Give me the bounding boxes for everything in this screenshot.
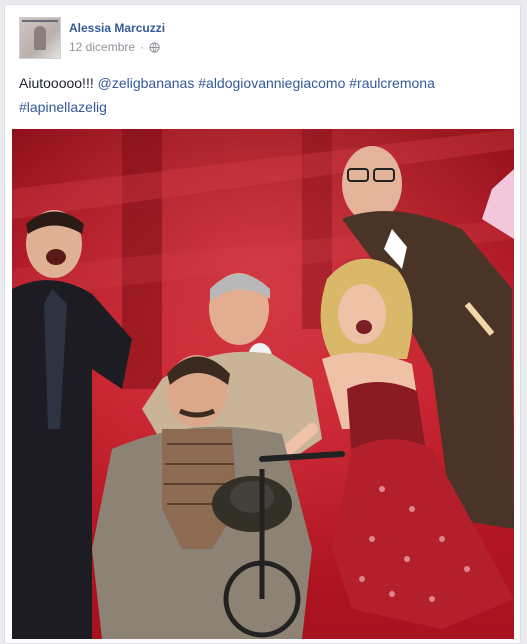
avatar[interactable] <box>19 17 61 59</box>
post-text-plain: Aiutooooo!!! <box>19 75 98 91</box>
hashtag-link[interactable]: #aldogiovanniegiacomo <box>198 75 345 91</box>
author-name[interactable]: Alessia Marcuzzi <box>69 21 165 35</box>
post-text: Aiutooooo!!! @zeligbananas #aldogiovanni… <box>19 71 499 119</box>
post-date[interactable]: 12 dicembre <box>69 40 135 54</box>
post-meta: 12 dicembre · <box>69 40 160 54</box>
post-dot: · <box>140 40 145 54</box>
hashtag-link[interactable]: #lapinellazelig <box>19 99 107 115</box>
mention-link[interactable]: @zeligbananas <box>98 75 195 91</box>
globe-icon[interactable] <box>149 41 160 53</box>
avatar-figure <box>34 26 46 50</box>
post-card: Alessia Marcuzzi 12 dicembre · Aiutooooo… <box>4 4 521 644</box>
photo-illustration <box>12 129 514 639</box>
hashtag-link[interactable]: #raulcremona <box>349 75 435 91</box>
post-photo[interactable] <box>12 129 514 639</box>
